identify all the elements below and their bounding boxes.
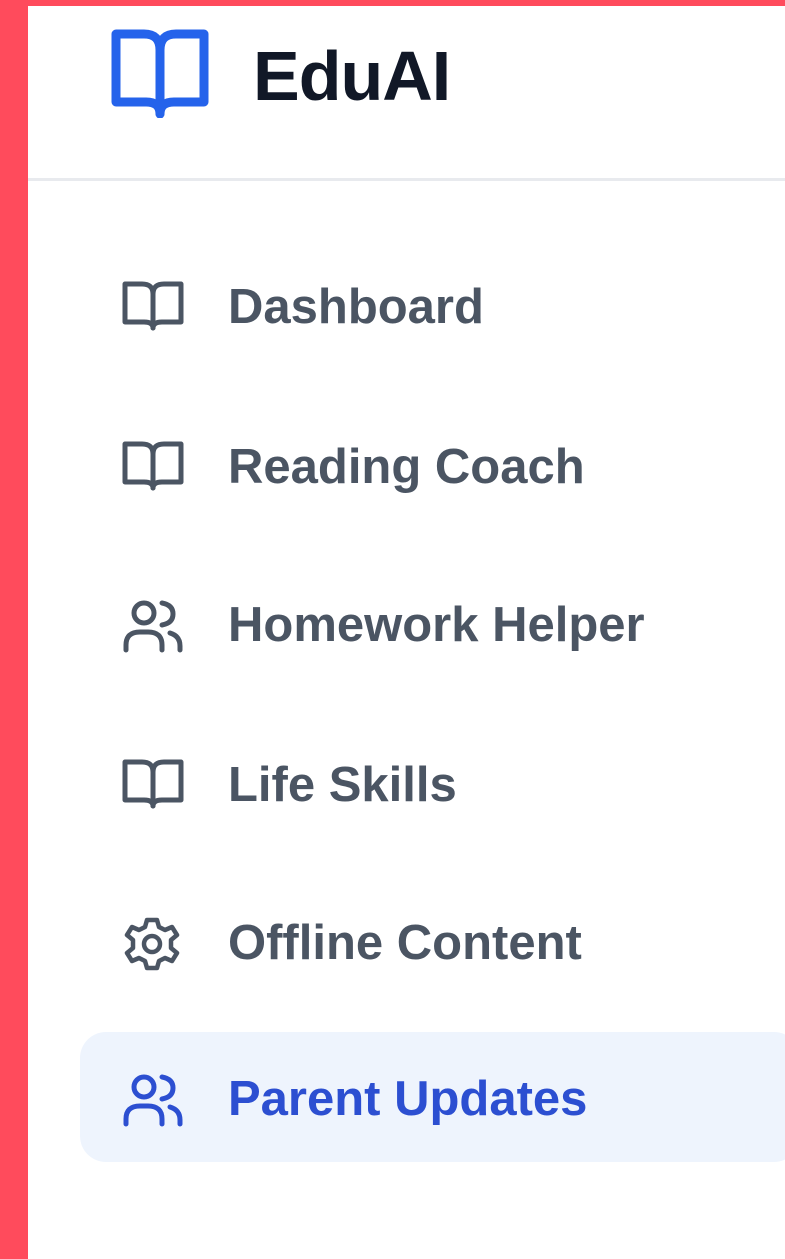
sidebar-item-label: Dashboard — [228, 280, 484, 334]
sidebar-item-parent-updates[interactable]: Parent Updates — [80, 1032, 785, 1162]
users-icon — [122, 598, 184, 653]
sidebar-item-label: Life Skills — [228, 758, 457, 812]
book-open-icon — [110, 26, 210, 118]
sidebar-item-label: Offline Content — [228, 916, 582, 970]
sidebar-header: EduAI — [28, 6, 785, 181]
users-icon — [122, 1072, 184, 1127]
app-title: EduAI — [253, 37, 451, 115]
sidebar-item-offline-content[interactable]: Offline Content — [80, 876, 785, 1006]
book-open-icon — [122, 440, 184, 492]
sidebar-item-dashboard[interactable]: Dashboard — [80, 240, 785, 370]
sidebar-item-homework-helper[interactable]: Homework Helper — [80, 558, 785, 688]
sidebar-item-label: Parent Updates — [228, 1072, 588, 1126]
book-open-icon — [122, 280, 184, 332]
sidebar-item-life-skills[interactable]: Life Skills — [80, 718, 785, 848]
sidebar: EduAI Dashboard Reading Coach Homework H… — [28, 6, 785, 1259]
sidebar-item-label: Homework Helper — [228, 598, 645, 652]
app-frame: EduAI Dashboard Reading Coach Homework H… — [0, 0, 785, 1259]
sidebar-item-reading-coach[interactable]: Reading Coach — [80, 400, 785, 530]
book-open-icon — [122, 758, 184, 810]
sidebar-item-label: Reading Coach — [228, 440, 585, 494]
gear-icon — [122, 916, 184, 971]
